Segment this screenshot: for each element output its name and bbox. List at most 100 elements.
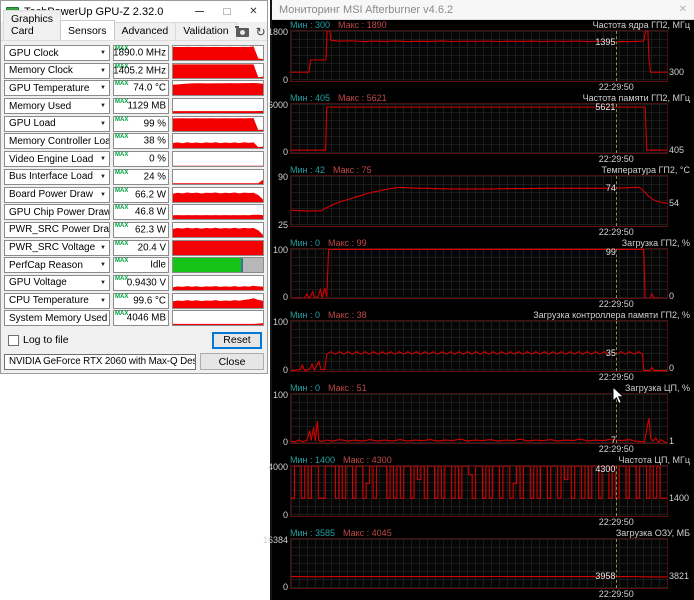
sensor-select[interactable]: Video Engine Load ▼	[4, 151, 110, 168]
dropdown-arrow-icon: ▼	[100, 67, 106, 74]
min-label: Мин : 0	[290, 237, 321, 248]
sensor-select[interactable]: GPU Voltage ▼	[4, 274, 110, 291]
panel-plot[interactable]: 100 0 35 0 22:29:50	[273, 317, 674, 382]
cursor-value-label: 7	[611, 434, 617, 445]
series-line	[291, 321, 667, 371]
sensor-select[interactable]: PWR_SRC Voltage ▼	[4, 239, 110, 256]
panel-plot[interactable]: 1800 0 1395 300 22:29:50	[268, 27, 684, 92]
panel-plot[interactable]: 6000 0 5621 405 22:29:50	[268, 100, 684, 165]
sensor-row: PWR_SRC Voltage ▼ MAX 20.4 V	[4, 239, 264, 256]
time-cursor-line[interactable]	[616, 31, 618, 81]
sensor-rows: GPU Clock ▼ MAX 1890.0 MHz Memory Clock …	[4, 45, 264, 327]
panel-title: Загрузка ГП2, %	[621, 237, 690, 248]
time-cursor-line[interactable]	[616, 248, 618, 298]
log-to-file-label: Log to file	[23, 334, 69, 346]
sensor-value-box: MAX 1890.0 MHz	[113, 45, 169, 61]
gpuz-window: TechPowerUp GPU-Z 2.32.0 ✕ Graphics Card…	[0, 0, 280, 374]
sensor-row: Memory Controller Load ▼ MAX 38 %	[4, 133, 264, 150]
cursor-value-label: 5621	[595, 101, 616, 112]
maximize-button[interactable]	[213, 1, 240, 22]
sensor-select[interactable]: GPU Chip Power Draw ▼	[4, 204, 110, 221]
reset-button[interactable]: Reset	[212, 331, 262, 349]
panel-plot[interactable]: 90 25 74 54 22:29:50	[278, 172, 679, 237]
sensor-value-box: MAX 0 %	[113, 151, 169, 168]
cursor-value-label: 3958	[595, 571, 616, 582]
sensor-value: 99.6 °C	[133, 295, 166, 307]
tab-graphics-card[interactable]: Graphics Card	[3, 10, 62, 40]
sensor-value-box: MAX 1129 MB	[113, 98, 169, 115]
sensor-select[interactable]: Memory Clock ▼	[4, 62, 110, 79]
sensor-select[interactable]: Memory Controller Load ▼	[4, 133, 110, 150]
max-badge: MAX	[115, 205, 129, 212]
minimize-button[interactable]	[186, 1, 213, 22]
min-label: Мин : 3585	[290, 527, 336, 538]
tab-advanced[interactable]: Advanced	[113, 22, 177, 40]
sensor-select[interactable]: Bus Interface Load ▼	[4, 168, 110, 185]
afterburner-titlebar[interactable]: Мониторинг MSI Afterburner v4.6.2 ✕	[272, 0, 694, 20]
max-label: Макс : 75	[333, 165, 372, 175]
dropdown-arrow-icon: ▼	[107, 315, 109, 321]
refresh-icon[interactable]: ↻	[256, 26, 266, 38]
sensor-value-box: MAX 99 %	[113, 115, 169, 132]
perfcap-green-bar	[173, 258, 242, 273]
sensor-row: Memory Clock ▼ MAX 1405.2 MHz	[4, 62, 264, 79]
mouse-cursor	[612, 386, 625, 405]
sensor-select[interactable]: GPU Temperature ▼	[4, 80, 110, 97]
close-button[interactable]: ✕	[240, 1, 267, 22]
panel-plot[interactable]: 4000 0 4300 1400 22:29:50	[268, 462, 689, 527]
sensor-value-box: MAX 24 %	[113, 168, 169, 185]
sensor-label: PWR_SRC Voltage	[9, 242, 96, 254]
panel-plot[interactable]: 100 0 99 0 22:29:50	[273, 245, 674, 310]
gpu-select[interactable]: NVIDIA GeForce RTX 2060 with Max-Q Desi …	[4, 353, 196, 370]
y-max-label: 1800	[267, 27, 288, 37]
time-cursor-line[interactable]	[616, 321, 618, 371]
panel-title: Загрузка ЦП, %	[624, 382, 690, 393]
min-label: Мин : 0	[290, 310, 321, 320]
log-to-file-checkbox[interactable]: Log to file	[8, 334, 69, 346]
sensor-row: Memory Used ▼ MAX 1129 MB	[4, 98, 264, 115]
sensor-row: Board Power Draw ▼ MAX 66.2 W	[4, 186, 264, 203]
sensor-graph	[172, 80, 264, 97]
sensor-select[interactable]: Memory Used ▼	[4, 98, 110, 115]
tab-sensors[interactable]: Sensors	[60, 20, 115, 40]
panel-header: Мин : 42 Макс : 75 Температура ГП2, °C	[290, 165, 690, 175]
sensor-select[interactable]: CPU Temperature ▼	[4, 292, 110, 309]
cursor-value-label: 1395	[595, 37, 616, 48]
checkbox-icon	[8, 334, 19, 346]
y-min-label: 0	[282, 292, 288, 302]
monitor-panels: Мин : 300 Макс : 1890 Частота ядра ГП2, М…	[263, 20, 694, 600]
time-cursor-line[interactable]	[616, 466, 618, 516]
y-max-label: 4000	[267, 462, 288, 472]
cursor-value-label: 35	[605, 348, 616, 359]
monitor-panel: Мин : 405 Макс : 5621 Частота памяти ГП2,…	[268, 92, 694, 166]
panel-plot[interactable]: 16384 0 3958 3821 22:29:50	[263, 535, 689, 600]
gpuz-close-button[interactable]: Close	[200, 353, 264, 370]
dropdown-arrow-icon: ▼	[100, 191, 106, 198]
sensor-value-box: MAX Idle	[113, 257, 169, 274]
sensor-value: 74.0 °C	[133, 82, 166, 94]
time-cursor-line[interactable]	[616, 176, 618, 226]
sensor-select[interactable]: System Memory Used ▼	[4, 310, 110, 327]
afterburner-close-icon[interactable]: ✕	[679, 4, 687, 15]
sensor-label: GPU Chip Power Draw	[9, 206, 110, 218]
time-cursor-line[interactable]	[616, 538, 618, 588]
y-max-label: 6000	[267, 99, 288, 110]
tab-validation[interactable]: Validation	[175, 22, 237, 40]
sensor-row: Video Engine Load ▼ MAX 0 %	[4, 151, 264, 168]
camera-icon[interactable]	[234, 25, 249, 37]
sensor-select[interactable]: GPU Clock ▼	[4, 45, 110, 61]
sensor-row: GPU Temperature ▼ MAX 74.0 °C	[4, 80, 264, 97]
time-cursor-line[interactable]	[616, 103, 618, 153]
sensor-select[interactable]: GPU Load ▼	[4, 115, 110, 132]
sensor-select[interactable]: Board Power Draw ▼	[4, 186, 110, 203]
sensor-value: 4046 MB	[126, 312, 166, 324]
dropdown-arrow-icon: ▼	[100, 103, 106, 110]
sensor-select[interactable]: PWR_SRC Power Draw ▼	[4, 221, 110, 238]
monitor-panel: Мин : 0 Макс : 99 Загрузка ГП2, % 100 0 9…	[272, 238, 694, 311]
y-min-label: 0	[282, 509, 288, 520]
sensor-value: 38 %	[143, 135, 166, 147]
panel-header: Мин : 0 Макс : 38 Загрузка контроллера па…	[290, 310, 690, 320]
max-label: Макс : 5621	[338, 92, 387, 103]
gpu-select-value: NVIDIA GeForce RTX 2060 with Max-Q Desi	[9, 356, 196, 367]
sensor-select[interactable]: PerfCap Reason ▼	[4, 257, 110, 274]
